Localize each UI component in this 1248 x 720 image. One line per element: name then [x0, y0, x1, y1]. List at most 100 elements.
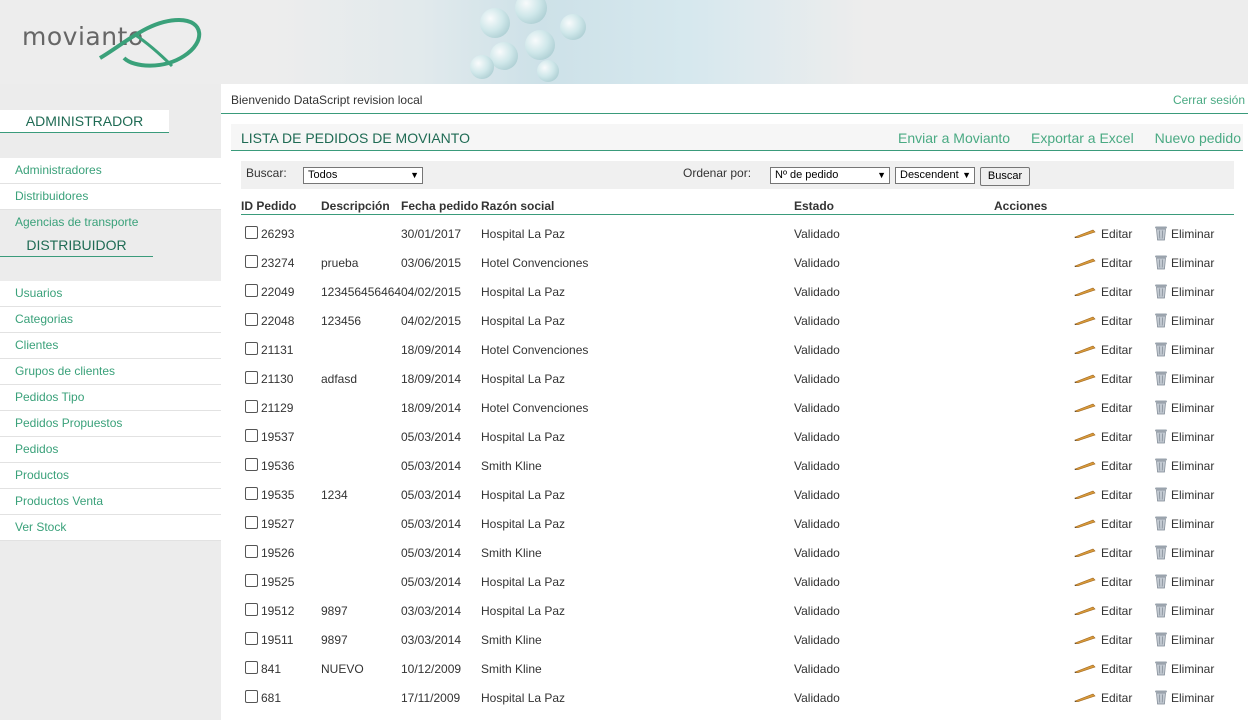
- edit-link[interactable]: Editar: [1101, 633, 1132, 647]
- delete-link[interactable]: Eliminar: [1171, 401, 1214, 415]
- row-checkbox[interactable]: [245, 342, 258, 355]
- sidebar-item-pedidos-tipo[interactable]: Pedidos Tipo: [0, 385, 221, 411]
- pencil-icon[interactable]: [1074, 547, 1096, 557]
- column-header-company[interactable]: Razón social: [481, 199, 554, 213]
- row-checkbox[interactable]: [245, 516, 258, 529]
- edit-link[interactable]: Editar: [1101, 488, 1132, 502]
- edit-link[interactable]: Editar: [1101, 575, 1132, 589]
- pencil-icon[interactable]: [1074, 257, 1096, 267]
- trash-icon[interactable]: [1154, 428, 1168, 444]
- trash-icon[interactable]: [1154, 283, 1168, 299]
- row-checkbox[interactable]: [245, 313, 258, 326]
- edit-link[interactable]: Editar: [1101, 285, 1132, 299]
- row-checkbox[interactable]: [245, 545, 258, 558]
- delete-link[interactable]: Eliminar: [1171, 633, 1214, 647]
- delete-link[interactable]: Eliminar: [1171, 604, 1214, 618]
- edit-link[interactable]: Editar: [1101, 546, 1132, 560]
- sidebar-item-productos[interactable]: Productos: [0, 463, 221, 489]
- delete-link[interactable]: Eliminar: [1171, 546, 1214, 560]
- logout-link[interactable]: Cerrar sesión: [1173, 93, 1245, 107]
- pencil-icon[interactable]: [1074, 460, 1096, 470]
- sidebar-item-agencias-transporte[interactable]: Agencias de transporte: [0, 210, 221, 235]
- row-checkbox[interactable]: [245, 603, 258, 616]
- delete-link[interactable]: Eliminar: [1171, 372, 1214, 386]
- trash-icon[interactable]: [1154, 573, 1168, 589]
- pencil-icon[interactable]: [1074, 344, 1096, 354]
- sidebar-item-pedidos[interactable]: Pedidos: [0, 437, 221, 463]
- pencil-icon[interactable]: [1074, 402, 1096, 412]
- delete-link[interactable]: Eliminar: [1171, 256, 1214, 270]
- export-excel-link[interactable]: Exportar a Excel: [1031, 130, 1134, 146]
- send-to-movianto-link[interactable]: Enviar a Movianto: [898, 130, 1010, 146]
- new-order-link[interactable]: Nuevo pedido: [1155, 130, 1241, 146]
- sidebar-item-grupos-clientes[interactable]: Grupos de clientes: [0, 359, 221, 385]
- trash-icon[interactable]: [1154, 602, 1168, 618]
- row-checkbox[interactable]: [245, 400, 258, 413]
- pencil-icon[interactable]: [1074, 373, 1096, 383]
- sidebar-item-distribuidores[interactable]: Distribuidores: [0, 184, 221, 210]
- movianto-logo[interactable]: movianto: [22, 14, 212, 74]
- row-checkbox[interactable]: [245, 458, 258, 471]
- edit-link[interactable]: Editar: [1101, 662, 1132, 676]
- edit-link[interactable]: Editar: [1101, 604, 1132, 618]
- pencil-icon[interactable]: [1074, 663, 1096, 673]
- edit-link[interactable]: Editar: [1101, 401, 1132, 415]
- trash-icon[interactable]: [1154, 544, 1168, 560]
- delete-link[interactable]: Eliminar: [1171, 314, 1214, 328]
- row-checkbox[interactable]: [245, 574, 258, 587]
- delete-link[interactable]: Eliminar: [1171, 227, 1214, 241]
- edit-link[interactable]: Editar: [1101, 691, 1132, 705]
- trash-icon[interactable]: [1154, 457, 1168, 473]
- column-header-date[interactable]: Fecha pedido: [401, 199, 478, 213]
- pencil-icon[interactable]: [1074, 489, 1096, 499]
- search-button[interactable]: Buscar: [980, 167, 1030, 186]
- direction-select[interactable]: Descendent ▼: [895, 167, 975, 184]
- sidebar-item-productos-venta[interactable]: Productos Venta: [0, 489, 221, 515]
- delete-link[interactable]: Eliminar: [1171, 343, 1214, 357]
- trash-icon[interactable]: [1154, 689, 1168, 705]
- trash-icon[interactable]: [1154, 225, 1168, 241]
- row-checkbox[interactable]: [245, 690, 258, 703]
- edit-link[interactable]: Editar: [1101, 314, 1132, 328]
- sidebar-item-clientes[interactable]: Clientes: [0, 333, 221, 359]
- sidebar-item-ver-stock[interactable]: Ver Stock: [0, 515, 221, 541]
- pencil-icon[interactable]: [1074, 431, 1096, 441]
- sidebar-item-usuarios[interactable]: Usuarios: [0, 281, 221, 307]
- trash-icon[interactable]: [1154, 254, 1168, 270]
- pencil-icon[interactable]: [1074, 634, 1096, 644]
- trash-icon[interactable]: [1154, 312, 1168, 328]
- edit-link[interactable]: Editar: [1101, 430, 1132, 444]
- trash-icon[interactable]: [1154, 370, 1168, 386]
- pencil-icon[interactable]: [1074, 692, 1096, 702]
- edit-link[interactable]: Editar: [1101, 343, 1132, 357]
- row-checkbox[interactable]: [245, 429, 258, 442]
- trash-icon[interactable]: [1154, 341, 1168, 357]
- edit-link[interactable]: Editar: [1101, 256, 1132, 270]
- search-select[interactable]: Todos ▼: [303, 167, 423, 184]
- trash-icon[interactable]: [1154, 660, 1168, 676]
- delete-link[interactable]: Eliminar: [1171, 575, 1214, 589]
- edit-link[interactable]: Editar: [1101, 227, 1132, 241]
- sidebar-item-pedidos-propuestos[interactable]: Pedidos Propuestos: [0, 411, 221, 437]
- sidebar-item-administradores[interactable]: Administradores: [0, 158, 221, 184]
- trash-icon[interactable]: [1154, 486, 1168, 502]
- edit-link[interactable]: Editar: [1101, 459, 1132, 473]
- delete-link[interactable]: Eliminar: [1171, 459, 1214, 473]
- row-checkbox[interactable]: [245, 371, 258, 384]
- pencil-icon[interactable]: [1074, 576, 1096, 586]
- row-checkbox[interactable]: [245, 255, 258, 268]
- delete-link[interactable]: Eliminar: [1171, 517, 1214, 531]
- edit-link[interactable]: Editar: [1101, 517, 1132, 531]
- sidebar-item-categorias[interactable]: Categorias: [0, 307, 221, 333]
- pencil-icon[interactable]: [1074, 315, 1096, 325]
- row-checkbox[interactable]: [245, 661, 258, 674]
- row-checkbox[interactable]: [245, 487, 258, 500]
- pencil-icon[interactable]: [1074, 286, 1096, 296]
- delete-link[interactable]: Eliminar: [1171, 691, 1214, 705]
- delete-link[interactable]: Eliminar: [1171, 662, 1214, 676]
- delete-link[interactable]: Eliminar: [1171, 488, 1214, 502]
- delete-link[interactable]: Eliminar: [1171, 430, 1214, 444]
- row-checkbox[interactable]: [245, 284, 258, 297]
- row-checkbox[interactable]: [245, 632, 258, 645]
- trash-icon[interactable]: [1154, 515, 1168, 531]
